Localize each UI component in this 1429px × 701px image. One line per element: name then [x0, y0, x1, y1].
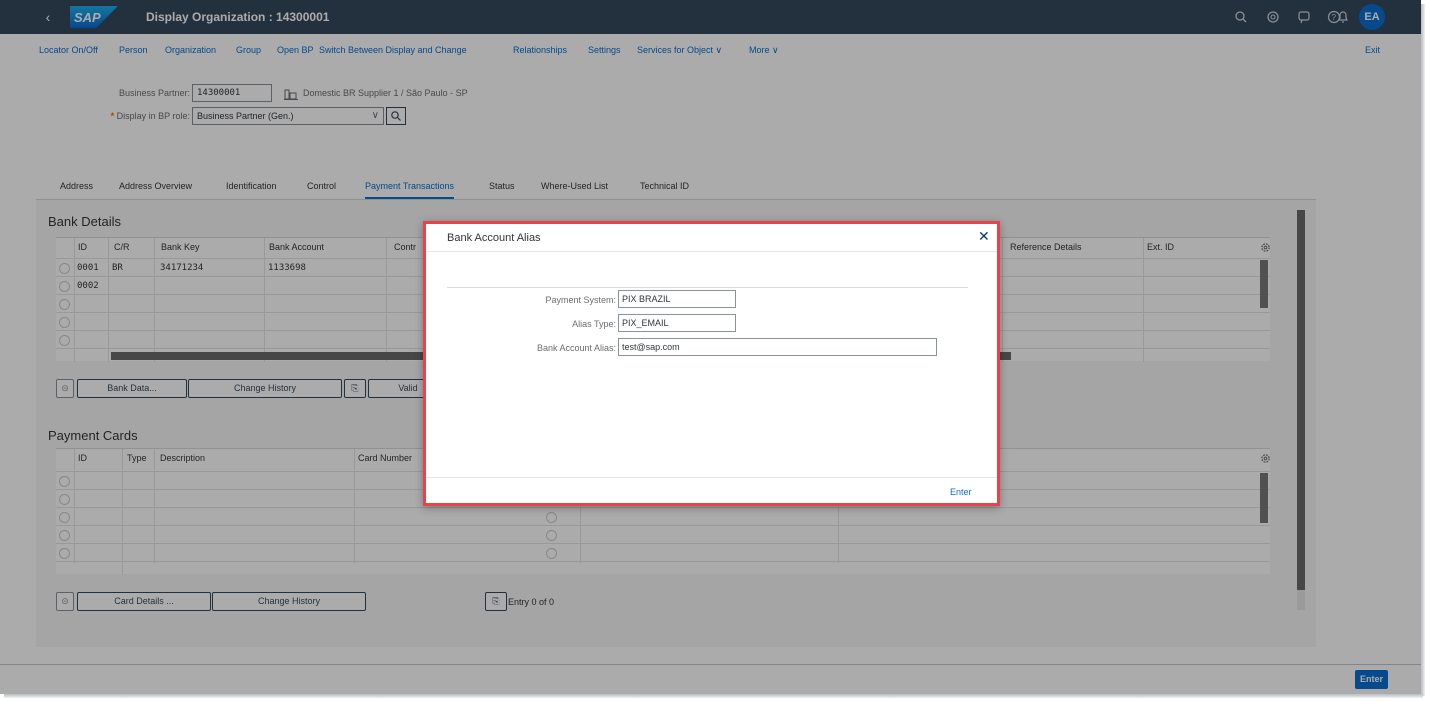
payment-system-label: Payment System:: [545, 295, 616, 305]
window-shadow: [4, 694, 1423, 698]
dialog-enter-button[interactable]: Enter: [950, 487, 972, 497]
dialog-header-divider: [426, 251, 997, 252]
dialog-footer-divider: [426, 477, 997, 478]
dialog-title: Bank Account Alias: [447, 232, 541, 244]
alias-type-input[interactable]: PIX_EMAIL: [618, 314, 736, 332]
app-window: ‹ SAP Display Organization : 14300001 ? …: [0, 0, 1421, 694]
alias-type-label: Alias Type:: [572, 319, 616, 329]
bank-account-alias-dialog: Bank Account Alias ✕ Payment System: PIX…: [423, 221, 1000, 506]
bank-account-alias-input[interactable]: test@sap.com: [618, 338, 937, 356]
close-icon[interactable]: ✕: [978, 228, 990, 245]
payment-system-input[interactable]: PIX BRAZIL: [618, 290, 736, 308]
window-shadow: [1421, 4, 1425, 696]
dialog-group-divider: [447, 287, 968, 288]
bank-account-alias-label: Bank Account Alias:: [536, 343, 616, 353]
